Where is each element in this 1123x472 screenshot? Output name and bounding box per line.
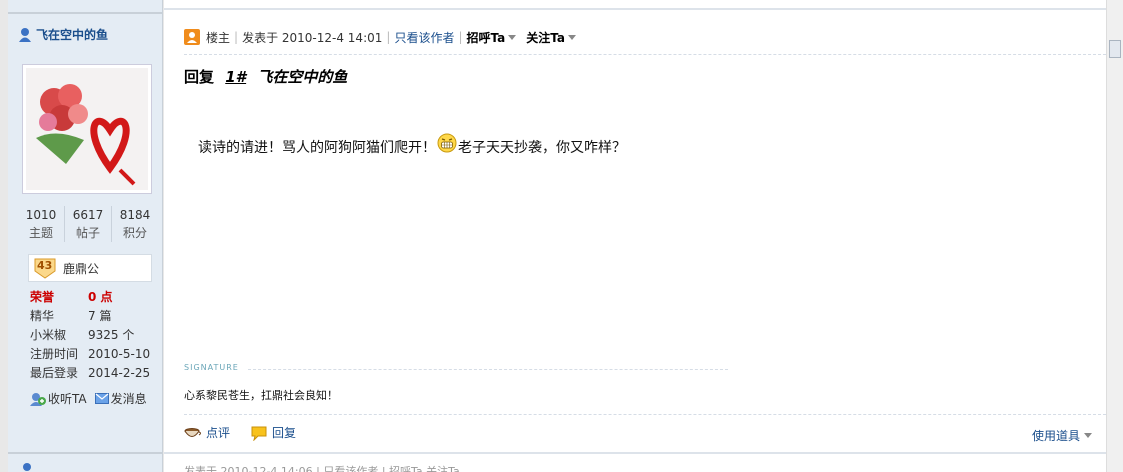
- pepper-key: 小米椒: [30, 328, 67, 342]
- user-avatar[interactable]: [22, 64, 152, 194]
- only-author-link[interactable]: 只看该作者: [394, 29, 454, 46]
- reply-label: 回复: [272, 426, 297, 440]
- stat-posts-value: 6617: [72, 208, 104, 222]
- register-value: 2010-5-10: [88, 347, 151, 361]
- next-post-header-snippet: 发表于 2010-12-4 14:06 | 只看该作者 | 招呼Ta 关注Ta: [184, 465, 460, 472]
- register-key: 注册时间: [30, 347, 79, 361]
- pepper-value: 9325 个: [88, 328, 135, 342]
- post-footer: 点评 回复: [184, 424, 316, 441]
- reply-title: 回复 1# 飞在空中的鱼: [184, 66, 347, 87]
- use-tools-label: 使用道具: [1031, 429, 1080, 443]
- scrollbar-thumb[interactable]: [1109, 40, 1121, 58]
- comment-button[interactable]: 点评: [184, 424, 230, 441]
- signature-label: SIGNATURE: [184, 363, 239, 372]
- follow-user-button[interactable]: 收听TA: [30, 390, 87, 407]
- last-login-key: 最后登录: [30, 366, 79, 380]
- reply-floor-link[interactable]: 1#: [225, 68, 246, 86]
- user-sidebar: 飞在空中的鱼 1010 主题 6617 帖子 8184 积分 43 鹿鼎公 荣誉…: [8, 0, 163, 472]
- stat-points-label: 积分: [122, 226, 147, 240]
- post-body: 读诗的请进！骂人的阿狗阿猫们爬开！ 老子天天抄袭，你又咋样？: [198, 133, 626, 157]
- stat-posts[interactable]: 6617 帖子: [64, 206, 111, 242]
- stat-topics[interactable]: 1010 主题: [18, 206, 64, 242]
- previous-post-strip-left: [8, 0, 162, 14]
- profile-row-pepper: 小米椒 9325 个: [30, 326, 160, 345]
- follow-user-label: 收听TA: [48, 392, 87, 406]
- page: 飞在空中的鱼 1010 主题 6617 帖子 8184 积分 43 鹿鼎公 荣誉…: [0, 0, 1123, 472]
- footer-divider: [184, 414, 1106, 415]
- header-separator: |: [386, 30, 391, 44]
- header-divider: [184, 54, 1106, 55]
- follow-menu[interactable]: 关注Ta: [526, 29, 565, 46]
- greet-menu[interactable]: 招呼Ta: [467, 29, 506, 46]
- user-header: 飞在空中的鱼: [18, 26, 108, 43]
- vertical-scrollbar[interactable]: [1106, 0, 1123, 472]
- rank-badge-icon: 43: [33, 257, 57, 279]
- reply-button[interactable]: 回复: [250, 424, 296, 441]
- profile-list: 荣誉 0 点 精华 7 篇 小米椒 9325 个 注册时间 2010-5-10 …: [30, 288, 160, 383]
- send-message-button[interactable]: 发消息: [94, 390, 147, 407]
- post-header: 楼主 | 发表于 2010-12-4 14:01 | 只看该作者 | 招呼Ta …: [184, 28, 586, 46]
- post-text-after: 老子天天抄袭，你又咋样？: [458, 140, 626, 156]
- greet-dropdown-icon[interactable]: [508, 34, 517, 40]
- reply-prefix: 回复: [184, 68, 215, 86]
- thread-starter-icon: [184, 29, 200, 45]
- avatar-image: [26, 68, 148, 190]
- post-time: 发表于 2010-12-4 14:01: [242, 30, 383, 45]
- speech-bubble-icon: [251, 426, 267, 441]
- thread-starter-label: 楼主: [206, 30, 231, 45]
- header-separator: |: [458, 30, 463, 44]
- stat-points-value: 8184: [119, 208, 151, 222]
- envelope-icon: [94, 393, 109, 404]
- coffee-cup-icon: [184, 427, 201, 437]
- signature-divider: [248, 369, 728, 370]
- profile-row-digest: 精华 7 篇: [30, 307, 160, 326]
- stat-posts-label: 帖子: [75, 226, 100, 240]
- next-user-online-icon: [23, 463, 31, 471]
- user-actions: 收听TA 发消息: [30, 390, 147, 407]
- honor-key: 荣誉: [30, 290, 55, 304]
- previous-post-strip: [164, 0, 1106, 10]
- digest-key: 精华: [30, 309, 55, 323]
- user-online-icon: [19, 27, 31, 42]
- post-main: 楼主 | 发表于 2010-12-4 14:01 | 只看该作者 | 招呼Ta …: [164, 0, 1106, 472]
- rank-title: 鹿鼎公: [63, 261, 100, 276]
- honor-value: 0 点: [88, 290, 113, 304]
- profile-row-last-login: 最后登录 2014-2-25: [30, 364, 160, 383]
- digest-value: 7 篇: [88, 309, 112, 323]
- stat-topics-label: 主题: [28, 226, 53, 240]
- profile-row-honor: 荣誉 0 点: [30, 288, 160, 307]
- user-name-link[interactable]: 飞在空中的鱼: [36, 26, 108, 43]
- header-separator: |: [234, 30, 239, 44]
- follow-dropdown-icon[interactable]: [568, 34, 576, 40]
- grin-smiley-icon: [437, 133, 457, 153]
- post-text-before: 读诗的请进！骂人的阿狗阿猫们爬开！: [198, 140, 436, 156]
- rank-level: 43: [37, 259, 53, 272]
- follow-icon: [30, 392, 46, 406]
- last-login-value: 2014-2-25: [88, 366, 151, 380]
- reply-to-user: 飞在空中的鱼: [257, 68, 348, 86]
- send-message-label: 发消息: [110, 392, 147, 406]
- stat-points[interactable]: 8184 积分: [111, 206, 158, 242]
- stat-topics-value: 1010: [25, 208, 57, 222]
- user-stats: 1010 主题 6617 帖子 8184 积分: [18, 206, 158, 242]
- rank-box: 43 鹿鼎公: [28, 254, 152, 282]
- profile-row-register: 注册时间 2010-5-10: [30, 345, 160, 364]
- use-tools-menu[interactable]: 使用道具: [1032, 427, 1092, 444]
- tools-dropdown-icon: [1084, 433, 1092, 438]
- signature-text: 心系黎民苍生，扛鼎社会良知！: [184, 389, 338, 402]
- comment-label: 点评: [206, 426, 231, 440]
